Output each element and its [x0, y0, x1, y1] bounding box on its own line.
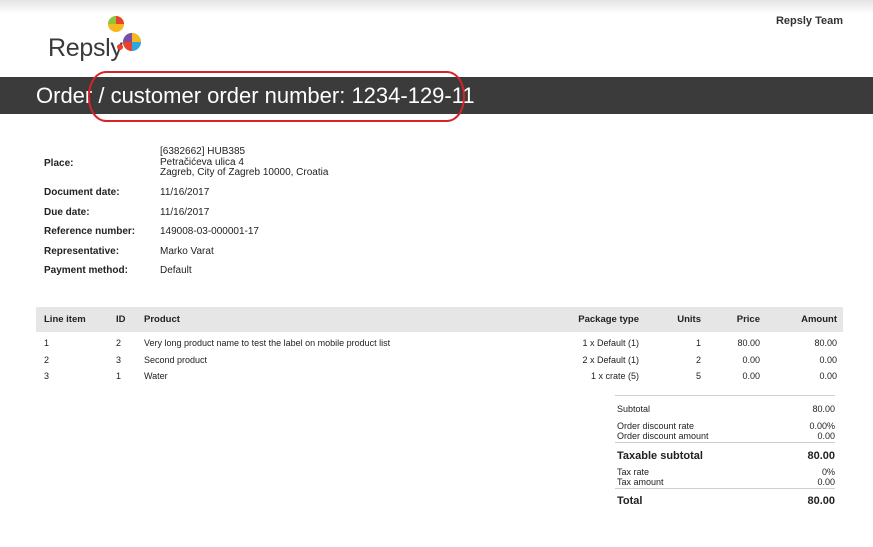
col-package-type: Package type: [578, 314, 639, 325]
cell-product: Second product: [144, 354, 208, 365]
table-row: 3 1 Water 1 x crate (5) 5 0.00 0.00: [36, 368, 843, 385]
representative-label: Representative:: [44, 245, 120, 257]
table-row: 2 3 Second product 2 x Default (1) 2 0.0…: [36, 352, 843, 369]
table-header: Line item ID Product Package type Units …: [36, 307, 843, 332]
payment-value: Default: [160, 265, 192, 276]
discount-amount-row: Order discount amount 0.00: [615, 430, 835, 442]
cell-units: 5: [695, 371, 701, 382]
reference-row: Reference number: 149008-03-000001-17: [44, 226, 544, 246]
tax-amount-row: Tax amount 0.00: [615, 476, 835, 488]
place-line: [6382662] HUB385: [160, 146, 246, 157]
cell-line: 2: [44, 354, 50, 365]
reference-label: Reference number:: [44, 226, 136, 237]
taxable-subtotal-row: Taxable subtotal 80.00: [615, 443, 835, 468]
place-label: Place:: [44, 158, 74, 169]
cell-amount: 0.00: [819, 371, 837, 382]
representative-value: Marko Varat: [160, 245, 214, 257]
team-name: Repsly Team: [775, 15, 843, 27]
tax-amount-label: Tax amount: [617, 476, 664, 487]
subtotal-label: Subtotal: [617, 404, 651, 414]
place-value: [6382662] HUB385 Petračićeva ulica 4 Zag…: [160, 146, 329, 187]
place-row: Place: [6382662] HUB385 Petračićeva ulic…: [44, 146, 544, 187]
discount-amount-value: 0.00: [817, 430, 835, 441]
payment-row: Payment method: Default: [44, 265, 544, 285]
cell-amount: 0.00: [819, 354, 837, 365]
due-date-value: 11/16/2017: [160, 206, 210, 218]
cell-package: 2 x Default (1): [582, 354, 639, 365]
cell-price: 0.00: [742, 354, 760, 365]
cell-product: Water: [144, 371, 168, 382]
cell-line: 3: [44, 371, 50, 382]
col-product: Product: [144, 314, 180, 325]
due-date-label: Due date:: [44, 206, 90, 218]
subtotal-value: 80.00: [812, 404, 835, 414]
taxable-subtotal-value: 80.00: [807, 450, 835, 462]
total-value: 80.00: [807, 495, 835, 507]
cell-units: 2: [695, 354, 701, 365]
totals-section: Subtotal 80.00 Order discount rate 0.00%…: [615, 395, 835, 513]
col-id: ID: [116, 314, 126, 325]
subtotal-row: Subtotal 80.00: [615, 396, 835, 422]
col-line-item: Line item: [44, 314, 86, 325]
order-info: Place: [6382662] HUB385 Petračićeva ulic…: [44, 146, 544, 285]
reference-value: 149008-03-000001-17: [160, 226, 259, 237]
total-row: Total 80.00: [615, 489, 835, 513]
place-line: Zagreb, City of Zagreb 10000, Croatia: [160, 167, 329, 178]
table-row: 1 2 Very long product name to test the l…: [36, 335, 843, 352]
cell-price: 80.00: [737, 338, 760, 349]
cell-units: 1: [695, 338, 701, 349]
cell-id: 1: [116, 371, 122, 382]
repsly-logo: Repsly: [48, 14, 158, 64]
highlight-annotation: [88, 71, 465, 122]
document-date-value: 11/16/2017: [160, 187, 210, 198]
document-date-row: Document date: 11/16/2017: [44, 187, 544, 207]
col-units: Units: [677, 314, 701, 325]
representative-row: Representative: Marko Varat: [44, 246, 544, 266]
cell-id: 2: [116, 338, 122, 349]
due-date-row: Due date: 11/16/2017: [44, 207, 544, 227]
line-items-table: Line item ID Product Package type Units …: [36, 307, 843, 385]
cell-product: Very long product name to test the label…: [144, 338, 391, 349]
cell-price: 0.00: [742, 371, 760, 382]
discount-amount-label: Order discount amount: [617, 430, 709, 441]
logo-mark-icon: [108, 16, 141, 51]
col-price: Price: [736, 314, 760, 325]
cell-amount: 80.00: [814, 338, 837, 349]
document-date-label: Document date:: [44, 187, 120, 198]
cell-package: 1 x Default (1): [582, 338, 639, 349]
top-shade: [0, 0, 873, 14]
payment-label: Payment method:: [44, 265, 128, 276]
tax-amount-value: 0.00: [817, 476, 835, 487]
cell-line: 1: [44, 338, 50, 349]
cell-package: 1 x crate (5): [590, 371, 639, 382]
taxable-subtotal-label: Taxable subtotal: [617, 450, 703, 462]
total-label: Total: [617, 495, 643, 507]
col-amount: Amount: [801, 314, 837, 325]
cell-id: 3: [116, 354, 122, 365]
